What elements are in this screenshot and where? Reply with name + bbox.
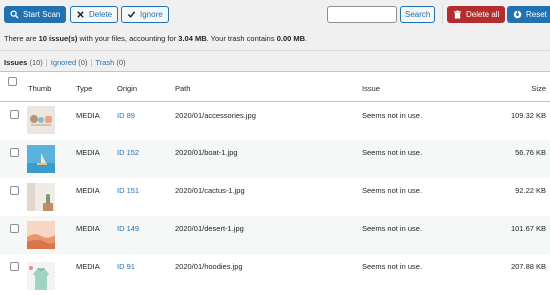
desert-thumbnail xyxy=(27,221,55,249)
filter-links: Issues (10) | Ignored (0) | Trash (0) xyxy=(4,58,126,67)
filter-issues-count: (10) xyxy=(29,58,43,67)
summary-trash-text: . Your trash contains xyxy=(206,34,277,43)
start-scan-label: Start Scan xyxy=(23,10,61,19)
close-icon xyxy=(76,10,85,19)
delete-all-label: Delete all xyxy=(466,10,500,19)
summary-issue-count: 10 issue(s) xyxy=(38,34,78,43)
header-origin: Origin xyxy=(117,84,138,93)
divider xyxy=(0,50,550,51)
delete-all-button[interactable]: Delete all xyxy=(447,6,506,23)
row-checkbox[interactable] xyxy=(10,262,19,271)
header-type: Type xyxy=(76,84,93,93)
row-size: 207.88 KB xyxy=(510,262,546,271)
filter-trash-count: (0) xyxy=(116,58,126,67)
filter-separator: | xyxy=(45,58,48,67)
row-type: MEDIA xyxy=(76,186,100,195)
delete-label: Delete xyxy=(89,10,113,19)
hoodies-thumbnail xyxy=(27,262,55,290)
row-origin-link[interactable]: ID 149 xyxy=(117,224,139,233)
row-type: MEDIA xyxy=(76,111,100,120)
row-path: 2020/01/hoodies.jpg xyxy=(175,262,243,271)
row-issue: Seems not in use. xyxy=(362,262,423,271)
row-origin-link[interactable]: ID 152 xyxy=(117,148,139,157)
toolbar-divider xyxy=(442,4,443,24)
reset-button[interactable]: Reset xyxy=(507,6,550,23)
select-all-checkbox[interactable] xyxy=(8,77,17,86)
filter-ignored[interactable]: Ignored (0) xyxy=(51,58,88,67)
row-checkbox[interactable] xyxy=(10,224,19,233)
row-issue: Seems not in use. xyxy=(362,148,423,157)
ignore-label: Ignore xyxy=(140,10,163,19)
row-checkbox[interactable] xyxy=(10,186,19,195)
start-scan-button[interactable]: Start Scan xyxy=(4,6,67,23)
row-size: 101.67 KB xyxy=(510,224,546,233)
row-origin-link[interactable]: ID 91 xyxy=(117,262,135,271)
header-thumb: Thumb xyxy=(28,84,52,93)
accessories-thumbnail xyxy=(27,106,55,134)
row-size: 109.32 KB xyxy=(510,111,546,120)
row-size: 56.76 KB xyxy=(515,148,546,157)
summary-middle: with your files, accounting for xyxy=(77,34,179,43)
search-input[interactable] xyxy=(327,6,397,23)
row-path: 2020/01/cactus-1.jpg xyxy=(175,186,245,195)
search-icon xyxy=(10,10,19,19)
filter-issues[interactable]: Issues (10) xyxy=(4,58,43,67)
filter-separator: | xyxy=(90,58,93,67)
table-header: Thumb Type Origin Path Issue Size xyxy=(0,72,550,102)
row-size: 92.22 KB xyxy=(515,186,546,195)
boat-thumbnail xyxy=(27,145,55,173)
row-type: MEDIA xyxy=(76,148,100,157)
row-type: MEDIA xyxy=(76,224,100,233)
summary-trash-size: 0.00 MB xyxy=(276,34,306,43)
row-checkbox[interactable] xyxy=(10,110,19,119)
row-issue: Seems not in use. xyxy=(362,111,423,120)
row-type: MEDIA xyxy=(76,262,100,271)
table-row: MEDIA ID 151 2020/01/cactus-1.jpg Seems … xyxy=(0,178,550,216)
filter-trash-link[interactable]: Trash xyxy=(95,58,114,67)
row-path: 2020/01/boat-1.jpg xyxy=(175,148,238,157)
table-row: MEDIA ID 91 2020/01/hoodies.jpg Seems no… xyxy=(0,254,550,292)
ignore-button[interactable]: Ignore xyxy=(121,6,169,23)
filter-issues-label: Issues xyxy=(4,58,28,67)
filter-trash[interactable]: Trash (0) xyxy=(95,58,125,67)
scan-summary: There are 10 issue(s) with your files, a… xyxy=(4,34,307,43)
cactus-thumbnail xyxy=(27,183,55,211)
trash-icon xyxy=(453,10,462,19)
row-checkbox[interactable] xyxy=(10,148,19,157)
table-row: MEDIA ID 152 2020/01/boat-1.jpg Seems no… xyxy=(0,140,550,178)
checkmark-icon xyxy=(127,10,136,19)
header-path: Path xyxy=(175,84,191,93)
row-origin-link[interactable]: ID 89 xyxy=(117,111,135,120)
summary-suffix: . xyxy=(305,34,308,43)
row-issue: Seems not in use. xyxy=(362,186,423,195)
row-path: 2020/01/desert-1.jpg xyxy=(175,224,244,233)
header-size: Size xyxy=(531,84,546,93)
row-origin-link[interactable]: ID 151 xyxy=(117,186,139,195)
delete-button[interactable]: Delete xyxy=(70,6,119,23)
row-path: 2020/01/accessories.jpg xyxy=(175,111,256,120)
summary-size: 3.04 MB xyxy=(178,34,207,43)
reset-icon xyxy=(513,10,522,19)
issues-table: Thumb Type Origin Path Issue Size MEDIA … xyxy=(0,71,550,295)
reset-label: Reset xyxy=(526,10,547,19)
search-button-label: Search xyxy=(405,10,431,19)
header-issue: Issue xyxy=(362,84,380,93)
filter-ignored-count: (0) xyxy=(78,58,88,67)
table-row: MEDIA ID 149 2020/01/desert-1.jpg Seems … xyxy=(0,216,550,254)
search-button[interactable]: Search xyxy=(400,6,436,23)
table-row: MEDIA ID 89 2020/01/accessories.jpg Seem… xyxy=(0,102,550,140)
filter-ignored-link[interactable]: Ignored xyxy=(51,58,76,67)
row-issue: Seems not in use. xyxy=(362,224,423,233)
toolbar: Start Scan Delete Ignore Search Delete a… xyxy=(0,0,550,28)
summary-prefix: There are xyxy=(4,34,39,43)
